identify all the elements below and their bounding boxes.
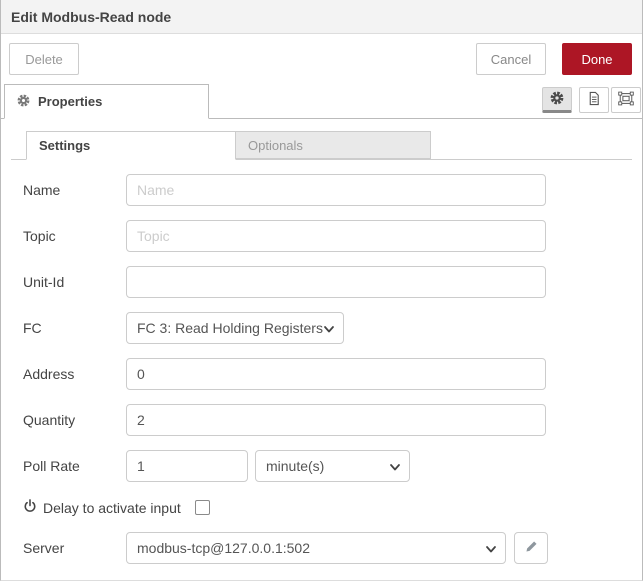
unit-id-input[interactable] (126, 266, 546, 298)
quantity-row: Quantity (11, 404, 632, 436)
gear-icon (17, 94, 30, 110)
edit-server-button[interactable] (514, 532, 548, 564)
delay-label: Delay to activate input (43, 500, 181, 516)
address-label: Address (23, 366, 126, 382)
properties-tab-button[interactable] (542, 87, 572, 113)
tab-properties[interactable]: Properties (4, 84, 209, 119)
poll-rate-row: Poll Rate minute(s) (11, 450, 632, 482)
poll-rate-label: Poll Rate (23, 458, 126, 474)
chevron-down-icon (485, 542, 497, 558)
appearance-tab-button[interactable] (611, 87, 641, 113)
tab-optionals-label: Optionals (248, 138, 303, 153)
topic-row: Topic (11, 220, 632, 252)
unit-id-row: Unit-Id (11, 266, 632, 298)
appearance-icon (618, 91, 634, 109)
name-label: Name (23, 182, 126, 198)
quantity-input[interactable] (126, 404, 546, 436)
tab-properties-label: Properties (38, 94, 102, 109)
server-label: Server (23, 540, 126, 556)
topic-label: Topic (23, 228, 126, 244)
fc-label: FC (23, 320, 126, 336)
poll-rate-unit-value: minute(s) (266, 458, 324, 474)
fc-row: FC FC 3: Read Holding Registers (11, 312, 632, 344)
tab-settings[interactable]: Settings (26, 131, 236, 160)
power-icon (23, 499, 37, 516)
pencil-icon (525, 540, 538, 556)
properties-panel: Settings Optionals Name Topic Unit-Id FC… (1, 131, 642, 564)
delete-button[interactable]: Delete (9, 43, 79, 75)
cancel-button[interactable]: Cancel (476, 43, 546, 75)
chevron-down-icon (323, 322, 335, 338)
fc-selected-value: FC 3: Read Holding Registers (137, 320, 323, 336)
tab-optionals[interactable]: Optionals (235, 131, 431, 159)
delay-checkbox[interactable] (195, 500, 210, 515)
chevron-down-icon (389, 460, 401, 476)
quantity-label: Quantity (23, 412, 126, 428)
topic-input[interactable] (126, 220, 546, 252)
description-tab-button[interactable] (579, 87, 609, 113)
settings-subtab-row: Settings Optionals (11, 131, 632, 160)
fc-select[interactable]: FC 3: Read Holding Registers (126, 312, 344, 344)
dialog-title: Edit Modbus-Read node (1, 0, 642, 34)
name-input[interactable] (126, 174, 546, 206)
document-icon (587, 91, 601, 109)
editor-tab-row: Properties (1, 84, 642, 119)
server-row: Server modbus-tcp@127.0.0.1:502 (11, 532, 632, 564)
unit-id-label: Unit-Id (23, 274, 126, 290)
name-row: Name (11, 174, 632, 206)
edit-node-dialog: Edit Modbus-Read node Delete Cancel Done… (0, 0, 643, 581)
dialog-toolbar: Delete Cancel Done (1, 34, 642, 84)
server-select[interactable]: modbus-tcp@127.0.0.1:502 (126, 532, 506, 564)
done-button[interactable]: Done (562, 43, 632, 75)
tab-settings-label: Settings (39, 138, 90, 153)
address-input[interactable] (126, 358, 546, 390)
gear-icon (550, 91, 564, 108)
delay-row: Delay to activate input (11, 499, 632, 516)
server-selected-value: modbus-tcp@127.0.0.1:502 (137, 540, 310, 556)
address-row: Address (11, 358, 632, 390)
poll-rate-unit-select[interactable]: minute(s) (255, 450, 410, 482)
poll-rate-input[interactable] (126, 450, 248, 482)
